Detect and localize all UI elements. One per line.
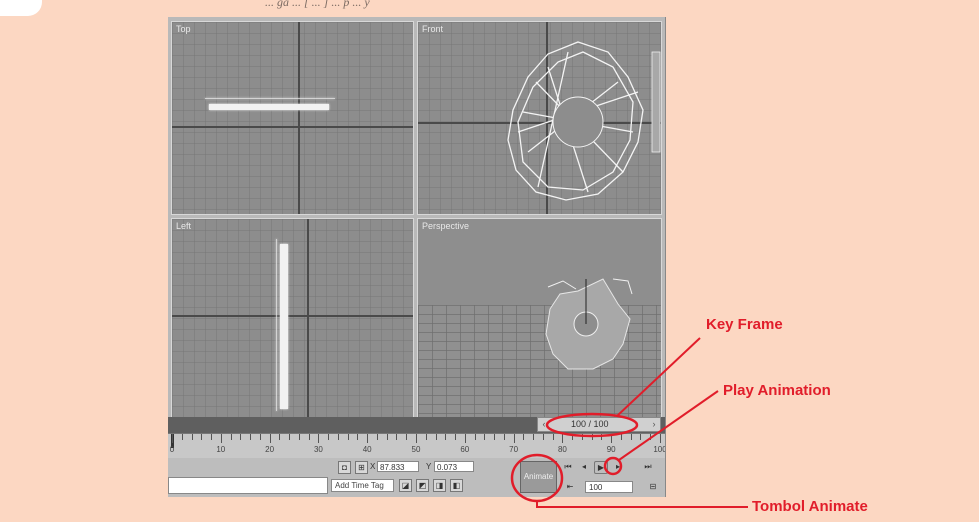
key-frame-highlight <box>545 412 639 438</box>
animate-button-highlight <box>510 453 564 503</box>
play-animation-highlight <box>603 456 623 476</box>
tombol-animate-pointer-line <box>536 501 748 508</box>
key-frame-pointer-line <box>616 337 701 417</box>
callout-tombol-animate: Tombol Animate <box>752 498 868 515</box>
callout-key-frame: Key Frame <box>706 316 783 333</box>
annotation-overlay <box>510 337 748 508</box>
callout-play-animation: Play Animation <box>723 382 831 399</box>
